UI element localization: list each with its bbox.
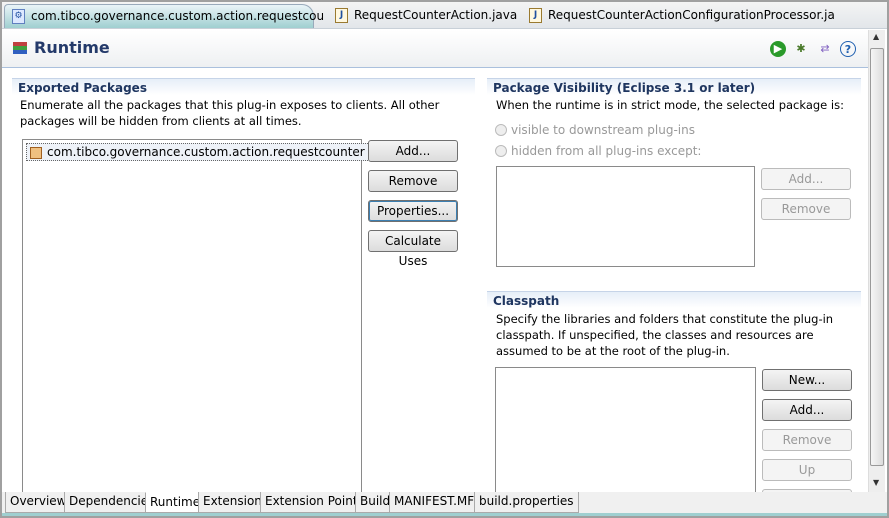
tab-overview[interactable]: Overview bbox=[5, 492, 72, 513]
remove-visibility-button[interactable]: Remove bbox=[761, 198, 851, 220]
radio-label: hidden from all plug-ins except: bbox=[511, 144, 702, 158]
tab-runtime[interactable]: Runtime bbox=[145, 492, 206, 513]
java-file-icon: J bbox=[529, 8, 542, 23]
manifest-editor: ⚙ com.tibco.governance.custom.action.req… bbox=[2, 2, 887, 516]
add-package-button[interactable]: Add... bbox=[368, 140, 458, 162]
bottom-page-tabs: Overview Dependencies Runtime Extensions… bbox=[2, 492, 887, 516]
exported-packages-description: Enumerate all the packages that this plu… bbox=[20, 98, 440, 128]
radio-label: visible to downstream plug-ins bbox=[511, 123, 695, 137]
classpath-header: Classpath bbox=[487, 291, 861, 308]
visibility-plugins-list[interactable] bbox=[496, 166, 755, 267]
scrollbar-thumb[interactable] bbox=[870, 48, 884, 466]
tab-label: com.tibco.governance.custom.action.reque… bbox=[31, 9, 325, 23]
help-icon[interactable]: ? bbox=[840, 41, 856, 57]
remove-package-button[interactable]: Remove bbox=[368, 170, 458, 192]
properties-button[interactable]: Properties... bbox=[368, 200, 458, 222]
add-visibility-button[interactable]: Add... bbox=[761, 168, 851, 190]
scroll-down-icon[interactable]: ▼ bbox=[873, 478, 879, 487]
tab-label: RequestCounterActionConfigurationProcess… bbox=[548, 8, 835, 22]
package-name: com.tibco.governance.custom.action.reque… bbox=[47, 145, 409, 159]
exported-packages-list[interactable]: com.tibco.governance.custom.action.reque… bbox=[22, 139, 413, 499]
exported-packages-header: Exported Packages bbox=[12, 78, 475, 95]
editor-tab-request-counter-action[interactable]: J RequestCounterAction.java bbox=[328, 4, 525, 28]
tab-build-properties[interactable]: build.properties bbox=[474, 492, 579, 513]
editor-tab-configuration-processor[interactable]: J RequestCounterActionConfigurationProce… bbox=[522, 4, 843, 28]
classpath-description: Specify the libraries and folders that c… bbox=[496, 312, 834, 358]
new-classpath-button[interactable]: New... bbox=[762, 369, 852, 391]
tab-label: RequestCounterAction.java bbox=[354, 8, 518, 22]
debug-icon[interactable]: ✱ bbox=[793, 41, 809, 57]
package-visibility-header: Package Visibility (Eclipse 3.1 or later… bbox=[487, 78, 861, 95]
list-item[interactable]: com.tibco.governance.custom.action.reque… bbox=[26, 143, 413, 161]
visible-downstream-radio[interactable]: visible to downstream plug-ins bbox=[495, 123, 695, 137]
run-icon[interactable]: ▶ bbox=[770, 41, 786, 57]
scroll-up-icon[interactable]: ▲ bbox=[873, 32, 879, 41]
java-file-icon: J bbox=[335, 8, 348, 23]
form-header: Runtime ▶ ✱ ⇄ ? bbox=[2, 30, 868, 68]
plugin-manifest-icon: ⚙ bbox=[12, 9, 25, 24]
classpath-list[interactable] bbox=[495, 367, 756, 499]
tab-extension-points[interactable]: Extension Points bbox=[260, 492, 369, 513]
package-visibility-description: When the runtime is in strict mode, the … bbox=[496, 98, 844, 112]
up-classpath-button[interactable]: Up bbox=[762, 459, 852, 481]
page-title: Runtime bbox=[34, 38, 110, 57]
package-icon bbox=[30, 147, 42, 159]
vertical-scrollbar[interactable]: ▲ ▼ bbox=[868, 30, 885, 492]
runtime-icon bbox=[13, 42, 27, 54]
editor-tab-bar: ⚙ com.tibco.governance.custom.action.req… bbox=[2, 2, 887, 29]
remove-classpath-button[interactable]: Remove bbox=[762, 429, 852, 451]
export-plugin-icon[interactable]: ⇄ bbox=[817, 41, 833, 57]
hidden-except-radio[interactable]: hidden from all plug-ins except: bbox=[495, 144, 701, 158]
editor-tab-manifest[interactable]: ⚙ com.tibco.governance.custom.action.req… bbox=[4, 4, 345, 28]
calculate-uses-button[interactable]: Calculate Uses bbox=[368, 230, 458, 268]
tab-manifest-mf[interactable]: MANIFEST.MF bbox=[389, 492, 480, 513]
add-classpath-button[interactable]: Add... bbox=[762, 399, 852, 421]
